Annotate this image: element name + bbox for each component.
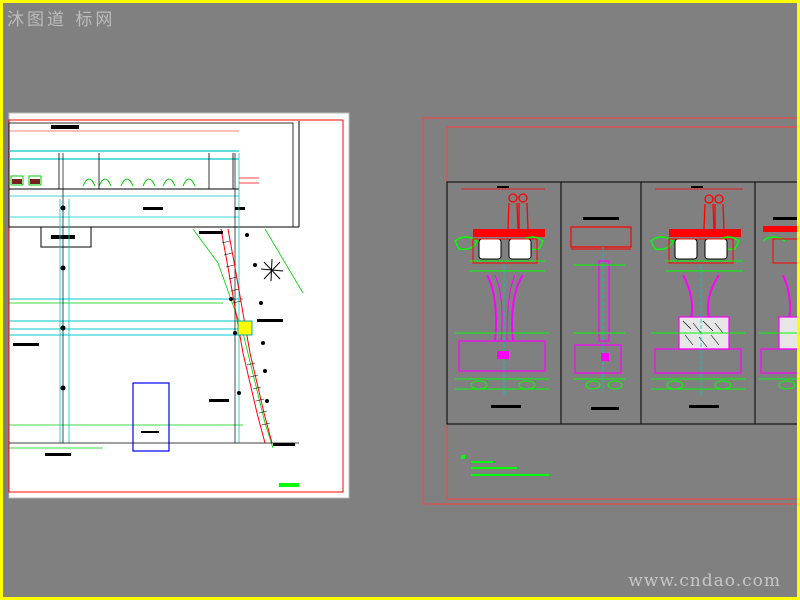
notes-block [461,455,549,476]
section-detail-3 [650,186,745,408]
cad-viewport[interactable]: 沐图道 标网 www.cndao.com [0,0,800,600]
section-detail-4 [759,217,797,390]
right-drawing-sheet[interactable] [422,117,799,505]
section-detail-1 [454,186,549,408]
watermark-bottom: www.cndao.com [628,571,781,591]
left-drawing-sheet[interactable] [8,112,350,499]
cad-drawing-canvas [8,112,799,505]
section-detail-2 [570,217,632,410]
